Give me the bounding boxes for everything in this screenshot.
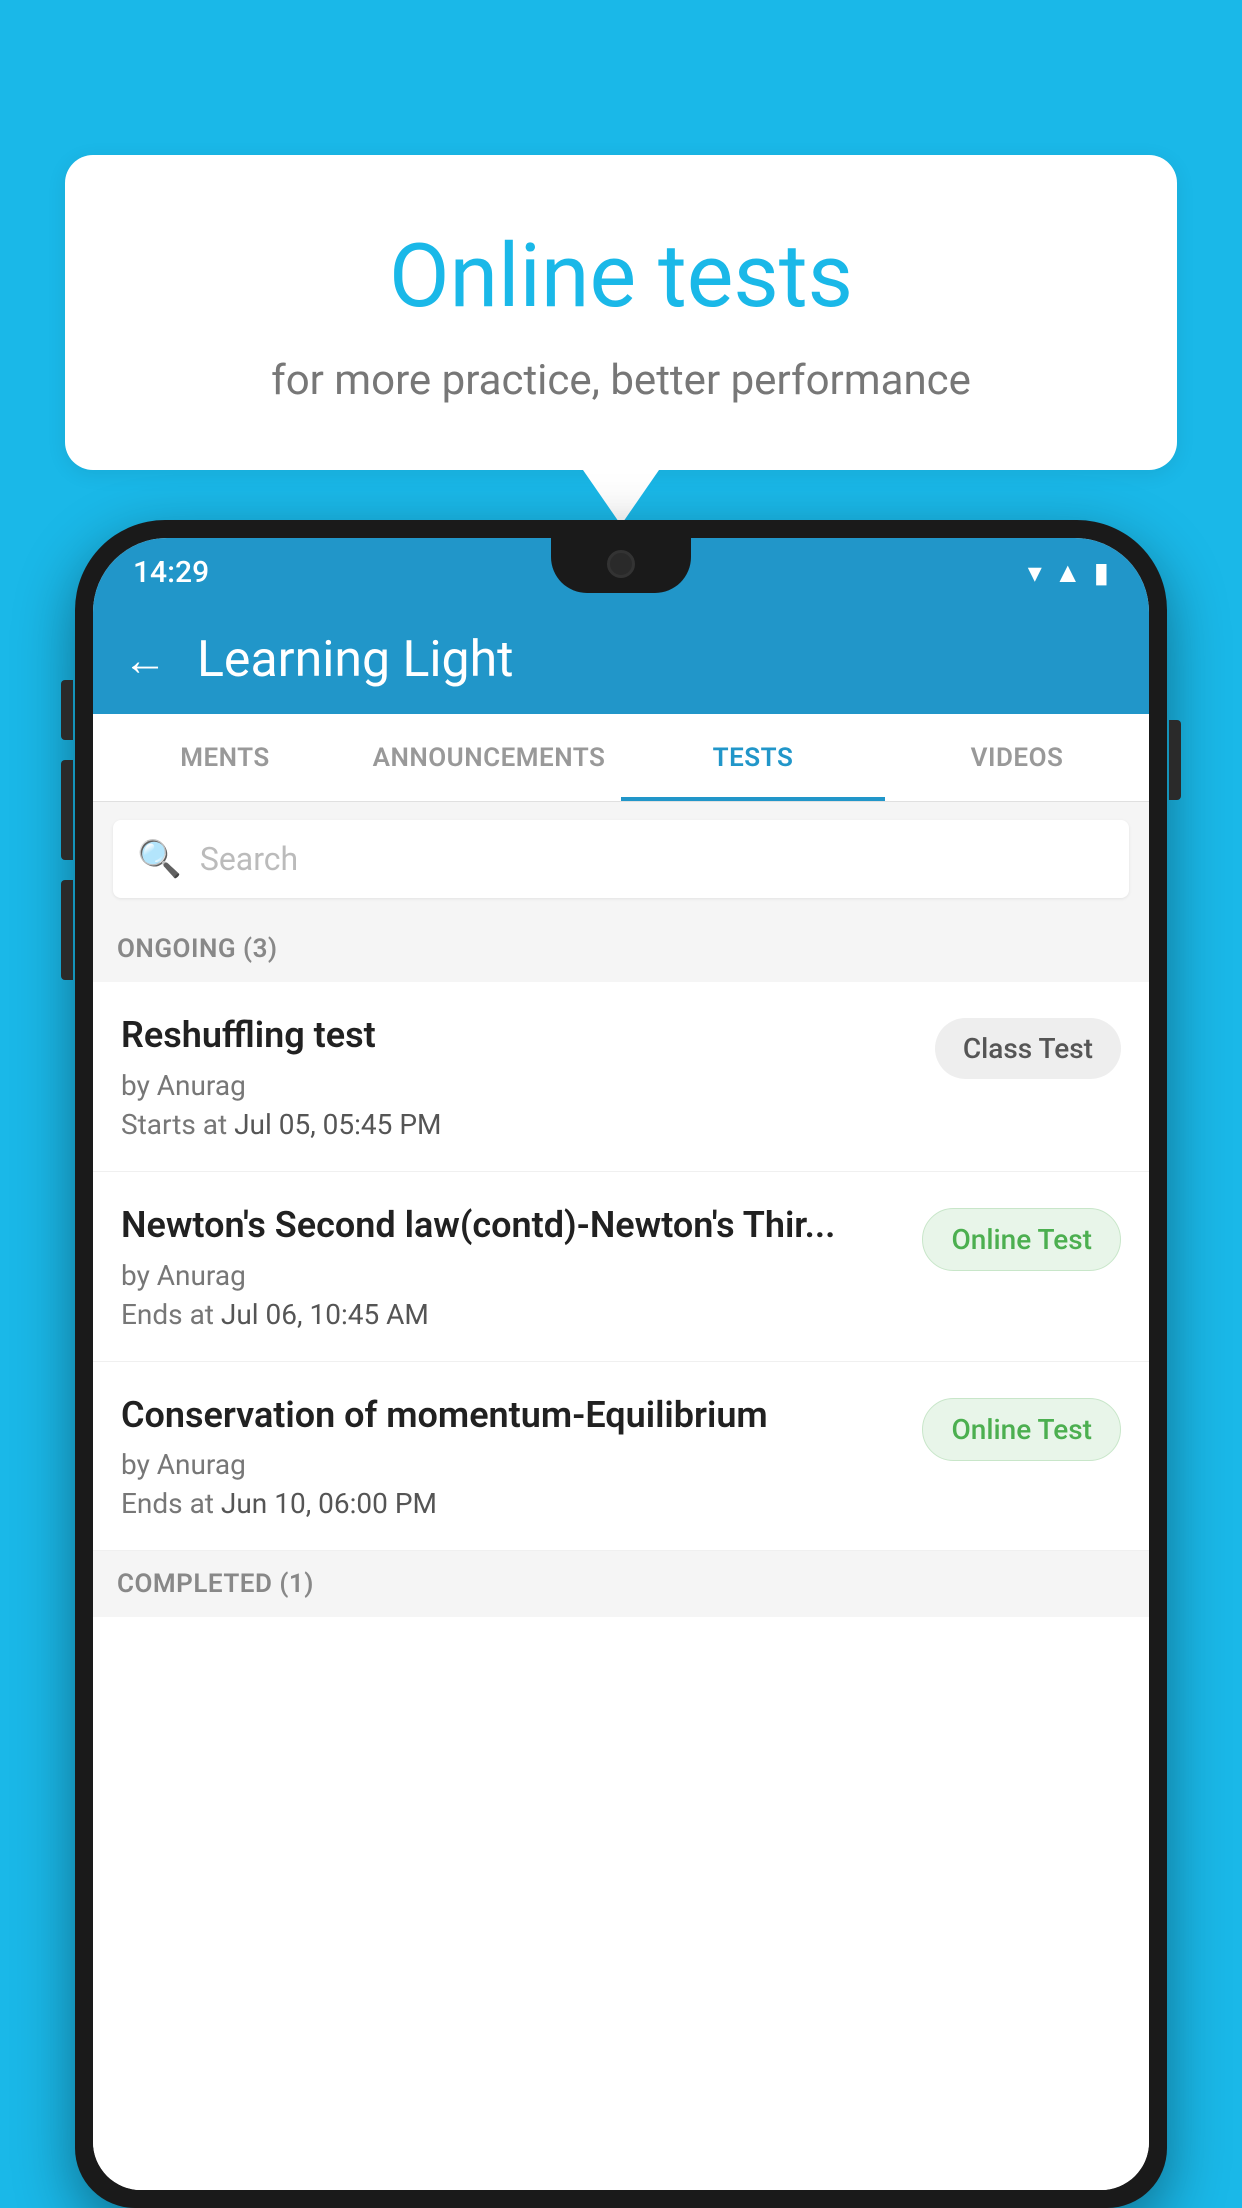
test-date: Ends at Jun 10, 06:00 PM: [121, 1487, 902, 1520]
app-title: Learning Light: [197, 631, 514, 689]
test-item[interactable]: Conservation of momentum-Equilibrium by …: [93, 1362, 1149, 1552]
notch: [551, 538, 691, 593]
test-item[interactable]: Newton's Second law(contd)-Newton's Thir…: [93, 1172, 1149, 1362]
phone-screen: 14:29 ▾ ▲ ▮ ← Learning Light MENTS ANNOU…: [93, 538, 1149, 2190]
date-value: Jul 05, 05:45 PM: [234, 1108, 441, 1141]
front-camera: [607, 550, 635, 578]
phone-frame: 14:29 ▾ ▲ ▮ ← Learning Light MENTS ANNOU…: [75, 520, 1167, 2208]
app-bar: ← Learning Light: [93, 606, 1149, 714]
class-test-badge: Class Test: [935, 1018, 1121, 1079]
status-bar: 14:29 ▾ ▲ ▮: [93, 538, 1149, 606]
search-container: 🔍 Search: [93, 802, 1149, 916]
status-icons: ▾ ▲ ▮: [1028, 556, 1109, 589]
status-time: 14:29: [133, 555, 209, 590]
test-item-info: Reshuffling test by Anurag Starts at Jul…: [121, 1012, 915, 1141]
power-button: [1169, 720, 1181, 800]
test-author: by Anurag: [121, 1259, 902, 1292]
speech-bubble: Online tests for more practice, better p…: [65, 155, 1177, 470]
test-name: Newton's Second law(contd)-Newton's Thir…: [121, 1202, 902, 1249]
test-item-info: Newton's Second law(contd)-Newton's Thir…: [121, 1202, 902, 1331]
online-tests-subtitle: for more practice, better performance: [125, 356, 1117, 405]
speech-bubble-wrapper: Online tests for more practice, better p…: [65, 155, 1177, 525]
date-value: Jul 06, 10:45 AM: [221, 1298, 429, 1331]
mute-button: [61, 680, 73, 740]
volume-up-button: [61, 760, 73, 860]
search-input-wrapper[interactable]: 🔍 Search: [113, 820, 1129, 898]
online-test-badge: Online Test: [922, 1208, 1121, 1271]
online-tests-title: Online tests: [125, 225, 1117, 328]
tabs-bar: MENTS ANNOUNCEMENTS TESTS VIDEOS: [93, 714, 1149, 802]
completed-title: COMPLETED (1): [117, 1569, 314, 1599]
tab-announcements[interactable]: ANNOUNCEMENTS: [357, 714, 621, 801]
signal-icon: ▲: [1054, 556, 1082, 589]
test-author: by Anurag: [121, 1069, 915, 1102]
online-test-badge-2: Online Test: [922, 1398, 1121, 1461]
speech-bubble-arrow: [583, 470, 659, 525]
test-item-info: Conservation of momentum-Equilibrium by …: [121, 1392, 902, 1521]
completed-section-header: COMPLETED (1): [93, 1551, 1149, 1617]
volume-down-button: [61, 880, 73, 980]
test-item[interactable]: Reshuffling test by Anurag Starts at Jul…: [93, 982, 1149, 1172]
battery-icon: ▮: [1094, 556, 1109, 589]
test-list: Reshuffling test by Anurag Starts at Jul…: [93, 982, 1149, 2190]
tab-videos[interactable]: VIDEOS: [885, 714, 1149, 801]
test-name: Conservation of momentum-Equilibrium: [121, 1392, 902, 1439]
tab-tests[interactable]: TESTS: [621, 714, 885, 801]
date-value: Jun 10, 06:00 PM: [221, 1487, 437, 1520]
search-input[interactable]: Search: [200, 840, 298, 878]
test-name: Reshuffling test: [121, 1012, 915, 1059]
date-label: Ends at: [121, 1298, 214, 1331]
search-icon: 🔍: [137, 838, 182, 880]
back-button[interactable]: ←: [123, 634, 167, 686]
ongoing-title: ONGOING (3): [117, 934, 278, 964]
tab-ments[interactable]: MENTS: [93, 714, 357, 801]
test-date: Starts at Jul 05, 05:45 PM: [121, 1108, 915, 1141]
test-author: by Anurag: [121, 1448, 902, 1481]
wifi-icon: ▾: [1028, 556, 1042, 589]
date-label: Ends at: [121, 1487, 214, 1520]
test-date: Ends at Jul 06, 10:45 AM: [121, 1298, 902, 1331]
ongoing-section-header: ONGOING (3): [93, 916, 1149, 982]
date-label: Starts at: [121, 1108, 227, 1141]
